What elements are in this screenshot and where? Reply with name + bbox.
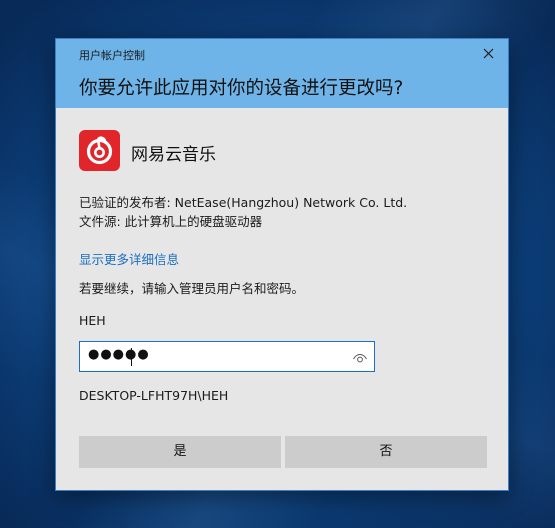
dialog-heading: 你要允许此应用对你的设备进行更改吗? — [79, 78, 404, 99]
netease-cloud-music-icon — [79, 130, 120, 171]
file-origin-info: 文件源: 此计算机上的硬盘驱动器 — [79, 214, 263, 229]
uac-dialog: 用户帐户控制 你要允许此应用对你的设备进行更改吗? 网易云音乐 已验证的发布者:… — [55, 38, 509, 491]
window-title: 用户帐户控制 — [79, 49, 145, 62]
eye-icon[interactable] — [352, 350, 368, 364]
no-button[interactable]: 否 — [285, 436, 487, 468]
text-caret — [131, 348, 132, 366]
yes-button[interactable]: 是 — [79, 436, 281, 468]
password-field[interactable]: ●●●●● — [79, 341, 375, 372]
username-label: HEH — [79, 313, 106, 328]
domain-user-label: DESKTOP-LFHT97H\HEH — [79, 388, 229, 403]
app-name: 网易云音乐 — [131, 145, 216, 165]
show-more-details-link[interactable]: 显示更多详细信息 — [79, 249, 179, 268]
password-value: ●●●●● — [88, 347, 150, 362]
close-button[interactable] — [476, 43, 500, 65]
close-icon — [483, 48, 493, 59]
dialog-header: 用户帐户控制 你要允许此应用对你的设备进行更改吗? — [56, 39, 508, 108]
credentials-prompt: 若要继续，请输入管理员用户名和密码。 — [79, 281, 305, 296]
publisher-info: 已验证的发布者: NetEase(Hangzhou) Network Co. L… — [79, 195, 408, 210]
